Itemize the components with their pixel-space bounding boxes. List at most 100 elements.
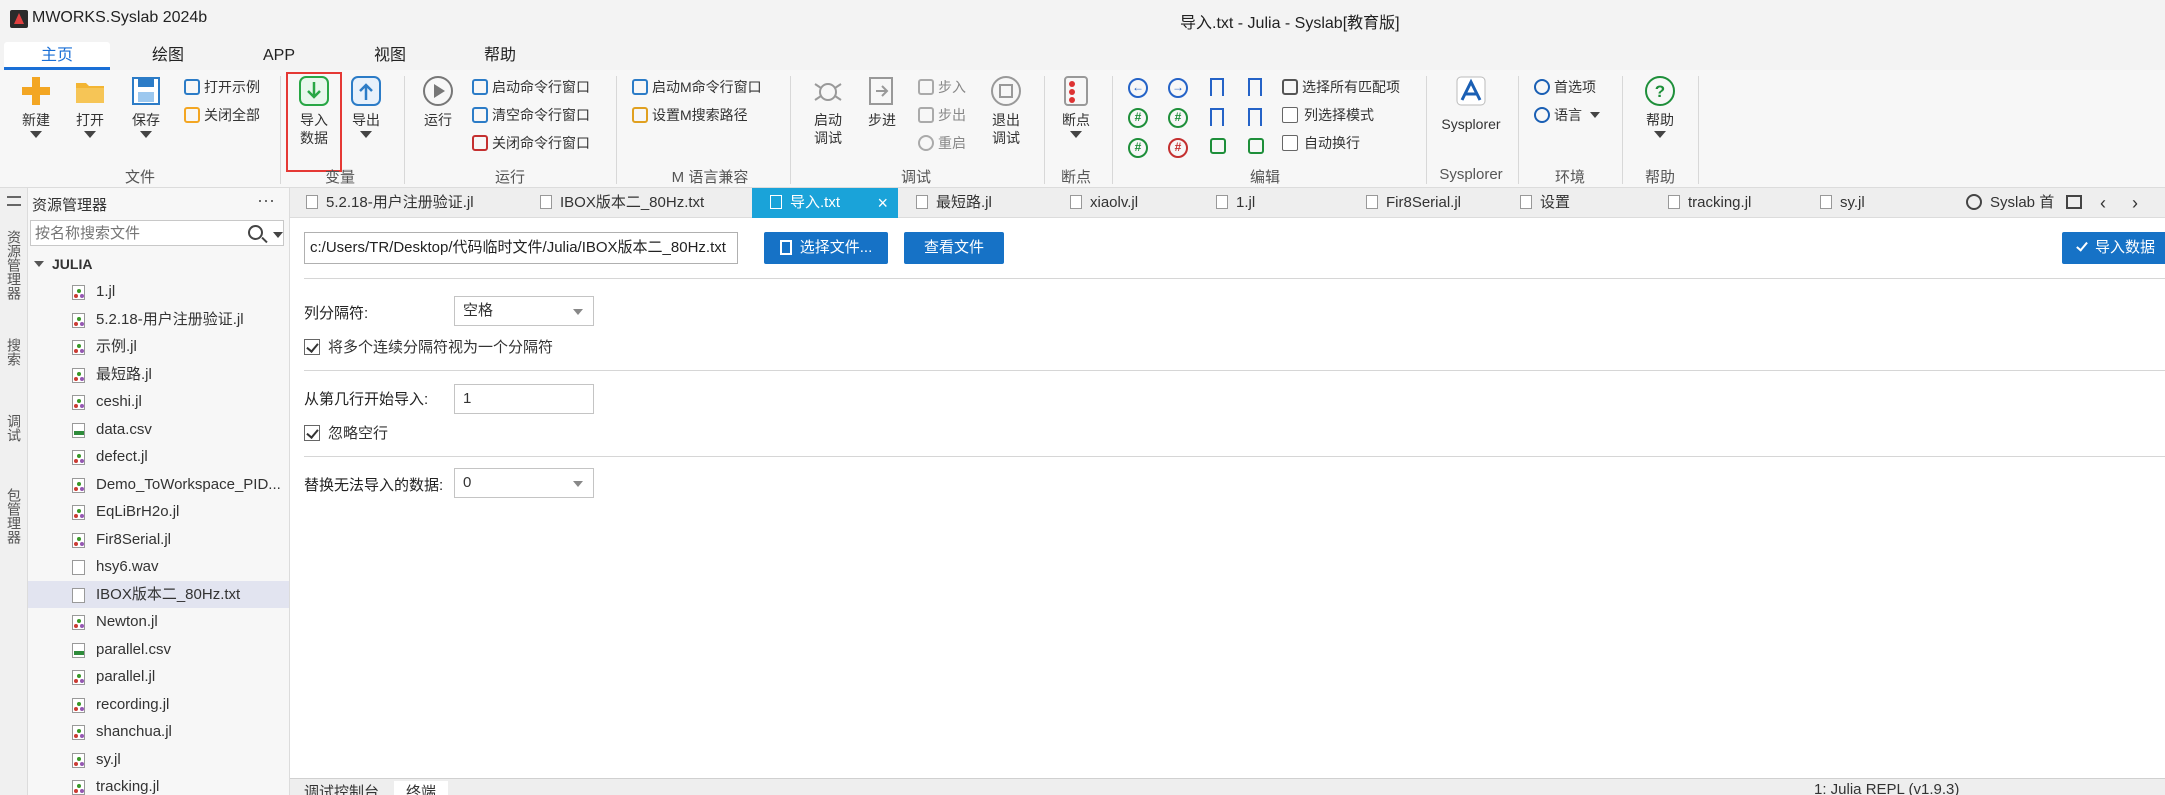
tab-terminal[interactable]: 终端 <box>394 781 449 795</box>
comment-icon[interactable]: # <box>1128 108 1148 128</box>
file-item[interactable]: shanchua.jl <box>28 718 289 746</box>
chevron-left-icon[interactable]: ‹ <box>2100 188 2106 218</box>
bookmark-icon[interactable] <box>1210 78 1224 100</box>
tab-app[interactable]: APP <box>254 42 304 70</box>
select-file-button[interactable]: 选择文件... <box>764 232 888 264</box>
sysplorer-button[interactable]: Sysplorer <box>1434 74 1508 133</box>
open-button[interactable]: 打开 <box>68 74 112 138</box>
view-file-button[interactable]: 查看文件 <box>904 232 1004 264</box>
block-comment-icon[interactable]: # <box>1168 138 1188 158</box>
file-item[interactable]: 最短路.jl <box>28 361 289 389</box>
indent-right-icon[interactable]: → <box>1168 78 1188 98</box>
chevron-down-icon[interactable] <box>273 232 283 238</box>
start-cmd-button[interactable]: 启动命令行窗口 <box>472 74 590 100</box>
tab-help[interactable]: 帮助 <box>472 42 528 70</box>
delimiter-select[interactable]: 空格 <box>454 296 594 326</box>
open-example-button[interactable]: 打开示例 <box>184 74 260 100</box>
new-button[interactable]: 新建 <box>14 74 58 138</box>
tab-5-2-18[interactable]: 5.2.18-用户注册验证.jl <box>306 188 474 218</box>
export-button[interactable]: 导出 <box>344 74 388 138</box>
step-out-button[interactable]: 步出 <box>918 102 966 128</box>
uncomment-icon[interactable]: # <box>1168 108 1188 128</box>
select-all-matches-button[interactable]: 选择所有匹配项 <box>1282 74 1400 100</box>
activity-explorer[interactable]: 资源管理器 <box>4 230 24 300</box>
tab-debug-console[interactable]: 调试控制台 <box>304 781 379 795</box>
tab-1-jl[interactable]: 1.jl <box>1216 188 1255 218</box>
prev-bookmark-icon[interactable] <box>1210 108 1224 130</box>
replace-select[interactable]: 0 <box>454 468 594 498</box>
run-button[interactable]: 运行 <box>414 74 462 129</box>
file-item[interactable]: Fir8Serial.jl <box>28 526 289 554</box>
file-item[interactable]: Newton.jl <box>28 608 289 636</box>
column-mode-checkbox[interactable]: 列选择模式 <box>1282 102 1374 128</box>
file-item[interactable]: 1.jl <box>28 278 289 306</box>
file-item[interactable]: EqLiBrH2o.jl <box>28 498 289 526</box>
import-data-button[interactable]: 导入 数据 <box>290 74 338 147</box>
file-item[interactable]: ceshi.jl <box>28 388 289 416</box>
activity-package-manager[interactable]: 包管理器 <box>4 488 24 544</box>
set-m-path-button[interactable]: 设置M搜索路径 <box>632 102 748 128</box>
merge-delimiters-checkbox[interactable]: 将多个连续分隔符视为一个分隔符 <box>304 336 553 357</box>
file-item[interactable]: parallel.jl <box>28 663 289 691</box>
tab-ibox-txt[interactable]: IBOX版本二_80Hz.txt <box>540 188 704 218</box>
step-button[interactable]: 步进 <box>860 74 904 129</box>
search-icon[interactable] <box>248 225 263 240</box>
clear-bookmark-icon[interactable] <box>1248 78 1262 100</box>
terminal-selector[interactable]: 1: Julia REPL (v1.9.3) <box>1814 781 1959 795</box>
close-all-button[interactable]: 关闭全部 <box>184 102 260 128</box>
menu-icon[interactable] <box>7 196 21 206</box>
goto-icon[interactable] <box>1248 138 1268 155</box>
tab-fir8serial[interactable]: Fir8Serial.jl <box>1366 188 1461 218</box>
tab-settings[interactable]: 设置 <box>1520 188 1570 218</box>
file-item[interactable]: recording.jl <box>28 691 289 719</box>
file-item[interactable]: tracking.jl <box>28 773 289 795</box>
help-button[interactable]: ? 帮助 <box>1636 74 1684 138</box>
save-button[interactable]: 保存 <box>124 74 168 138</box>
breakpoint-button[interactable]: 断点 <box>1054 74 1098 138</box>
tab-xiaolv[interactable]: xiaolv.jl <box>1070 188 1138 218</box>
indent-left-icon[interactable]: ← <box>1128 78 1148 98</box>
start-m-cmd-button[interactable]: 启动M命令行窗口 <box>632 74 762 100</box>
toggle-comment-icon[interactable]: # <box>1128 138 1148 158</box>
close-icon[interactable]: × <box>877 188 888 218</box>
ignore-empty-checkbox[interactable]: 忽略空行 <box>304 422 388 443</box>
step-in-button[interactable]: 步入 <box>918 74 966 100</box>
file-item[interactable]: Demo_ToWorkspace_PID... <box>28 471 289 499</box>
split-editor-icon[interactable] <box>2066 188 2082 218</box>
file-item[interactable]: parallel.csv <box>28 636 289 664</box>
import-data-submit-button[interactable]: 导入数据 <box>2062 232 2165 264</box>
next-bookmark-icon[interactable] <box>1248 108 1262 130</box>
start-debug-button[interactable]: 启动 调试 <box>806 74 850 147</box>
file-item[interactable]: sy.jl <box>28 746 289 774</box>
tab-plot[interactable]: 绘图 <box>140 42 196 70</box>
file-item[interactable]: 示例.jl <box>28 333 289 361</box>
tab-tracking[interactable]: tracking.jl <box>1668 188 1751 218</box>
file-item[interactable]: hsy6.wav <box>28 553 289 581</box>
more-options-icon[interactable]: ··· <box>257 190 275 211</box>
start-row-input[interactable]: 1 <box>454 384 594 414</box>
tab-view[interactable]: 视图 <box>362 42 418 70</box>
file-item[interactable]: defect.jl <box>28 443 289 471</box>
activity-search[interactable]: 搜索 <box>4 338 24 366</box>
root-folder[interactable]: JULIA <box>34 256 92 272</box>
search-input[interactable] <box>30 220 284 246</box>
preferences-button[interactable]: 首选项 <box>1534 74 1596 100</box>
tab-sy[interactable]: sy.jl <box>1820 188 1865 218</box>
activity-debug[interactable]: 调试 <box>4 414 24 442</box>
tab-home[interactable]: 主页 <box>4 42 110 70</box>
file-path-input[interactable]: c:/Users/TR/Desktop/代码临时文件/Julia/IBOX版本二… <box>304 232 738 264</box>
file-item[interactable]: IBOX版本二_80Hz.txt <box>28 580 289 608</box>
tab-overflow[interactable]: Syslab 首 <box>1966 188 2054 218</box>
restart-button[interactable]: 重启 <box>918 130 966 156</box>
file-item[interactable]: 5.2.18-用户注册验证.jl <box>28 306 289 334</box>
bookmark-list-icon[interactable] <box>1210 138 1230 155</box>
tab-shortest-path[interactable]: 最短路.jl <box>916 188 992 218</box>
exit-debug-button[interactable]: 退出 调试 <box>984 74 1028 147</box>
file-item[interactable]: data.csv <box>28 416 289 444</box>
close-cmd-button[interactable]: 关闭命令行窗口 <box>472 130 590 156</box>
chevron-right-icon[interactable]: › <box>2132 188 2138 218</box>
word-wrap-checkbox[interactable]: 自动换行 <box>1282 130 1360 156</box>
clear-cmd-button[interactable]: 清空命令行窗口 <box>472 102 590 128</box>
language-dropdown[interactable]: 语言 <box>1534 102 1600 128</box>
tab-import-txt[interactable]: 导入.txt × <box>752 188 898 218</box>
